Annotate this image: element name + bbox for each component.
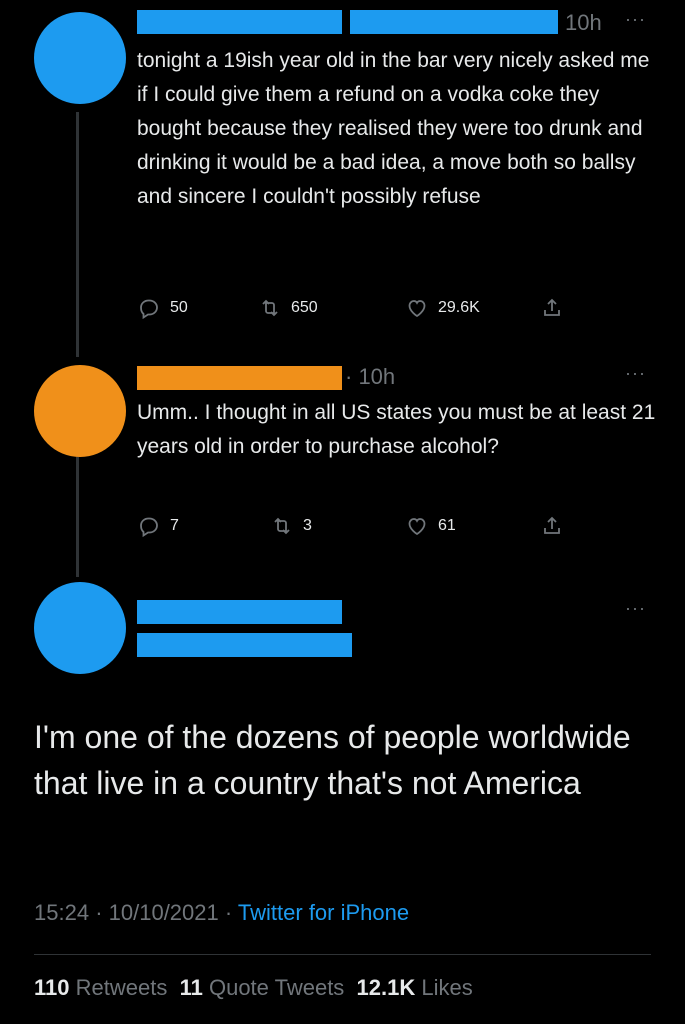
like-button[interactable]: 61 [405,514,456,538]
separator: · [95,900,109,925]
retweet-count: 3 [303,517,312,534]
retweets-count: 110 [34,975,70,1000]
share-icon [544,516,560,534]
ellipsis-icon[interactable]: ··· [625,363,646,384]
quote-tweets-count: 11 [179,975,203,1000]
share-button[interactable] [540,514,564,538]
tweet-date: 10/10/2021 [108,900,219,925]
redacted-display-name [137,10,342,34]
tweet-text: Umm.. I thought in all US states you mus… [137,401,656,458]
like-count: 61 [438,517,456,534]
heart-icon [408,300,426,318]
reply-icon [140,299,158,320]
avatar[interactable] [34,582,126,674]
reply-count: 50 [170,299,188,316]
reply-button[interactable]: 50 [137,296,188,320]
tweet-time: 15:24 [34,900,90,925]
ellipsis-icon[interactable]: ··· [625,9,646,30]
avatar[interactable] [34,365,126,457]
likes-count: 12.1K [356,975,416,1000]
quote-tweets-stat[interactable]: 11 Quote Tweets [180,975,345,1000]
like-count: 29.6K [438,299,480,316]
avatar[interactable] [34,12,126,104]
tweet-text: tonight a 19ish year old in the bar very… [137,49,650,208]
engagement-stats: 110 Retweets 11 Quote Tweets 12.1K Likes [34,975,473,1001]
reply-button[interactable]: 7 [137,514,179,538]
like-button[interactable]: 29.6K [405,296,480,320]
tweet-timestamp: 15:24 · 10/10/2021 · Twitter for iPhone [34,900,409,926]
retweet-count: 650 [291,299,318,316]
share-icon [544,298,560,316]
ellipsis-icon[interactable]: ··· [625,598,646,619]
tweet-time: 10h [565,10,602,35]
retweets-label: Retweets [75,975,168,1000]
retweet-icon [274,517,290,535]
retweets-stat[interactable]: 110 Retweets [34,975,167,1000]
reply-icon [140,517,158,538]
redacted-display-name [137,366,342,390]
redacted-username [137,633,352,657]
divider [34,954,651,955]
main-tweet-text: I'm one of the dozens of people worldwid… [34,719,631,801]
share-button[interactable] [540,296,564,320]
tweet-time: · 10h [345,364,396,389]
retweet-icon [262,299,278,317]
tweet-source-link[interactable]: Twitter for iPhone [238,900,409,925]
quote-tweets-label: Quote Tweets [208,975,345,1000]
redacted-username [350,10,558,34]
retweet-button[interactable]: 3 [270,514,312,538]
separator: · [224,900,238,925]
thread-line [76,112,79,357]
heart-icon [408,518,426,536]
likes-stat[interactable]: 12.1K Likes [357,975,473,1000]
redacted-display-name [137,600,342,624]
likes-label: Likes [421,975,473,1000]
reply-count: 7 [170,517,179,534]
retweet-button[interactable]: 650 [258,296,318,320]
